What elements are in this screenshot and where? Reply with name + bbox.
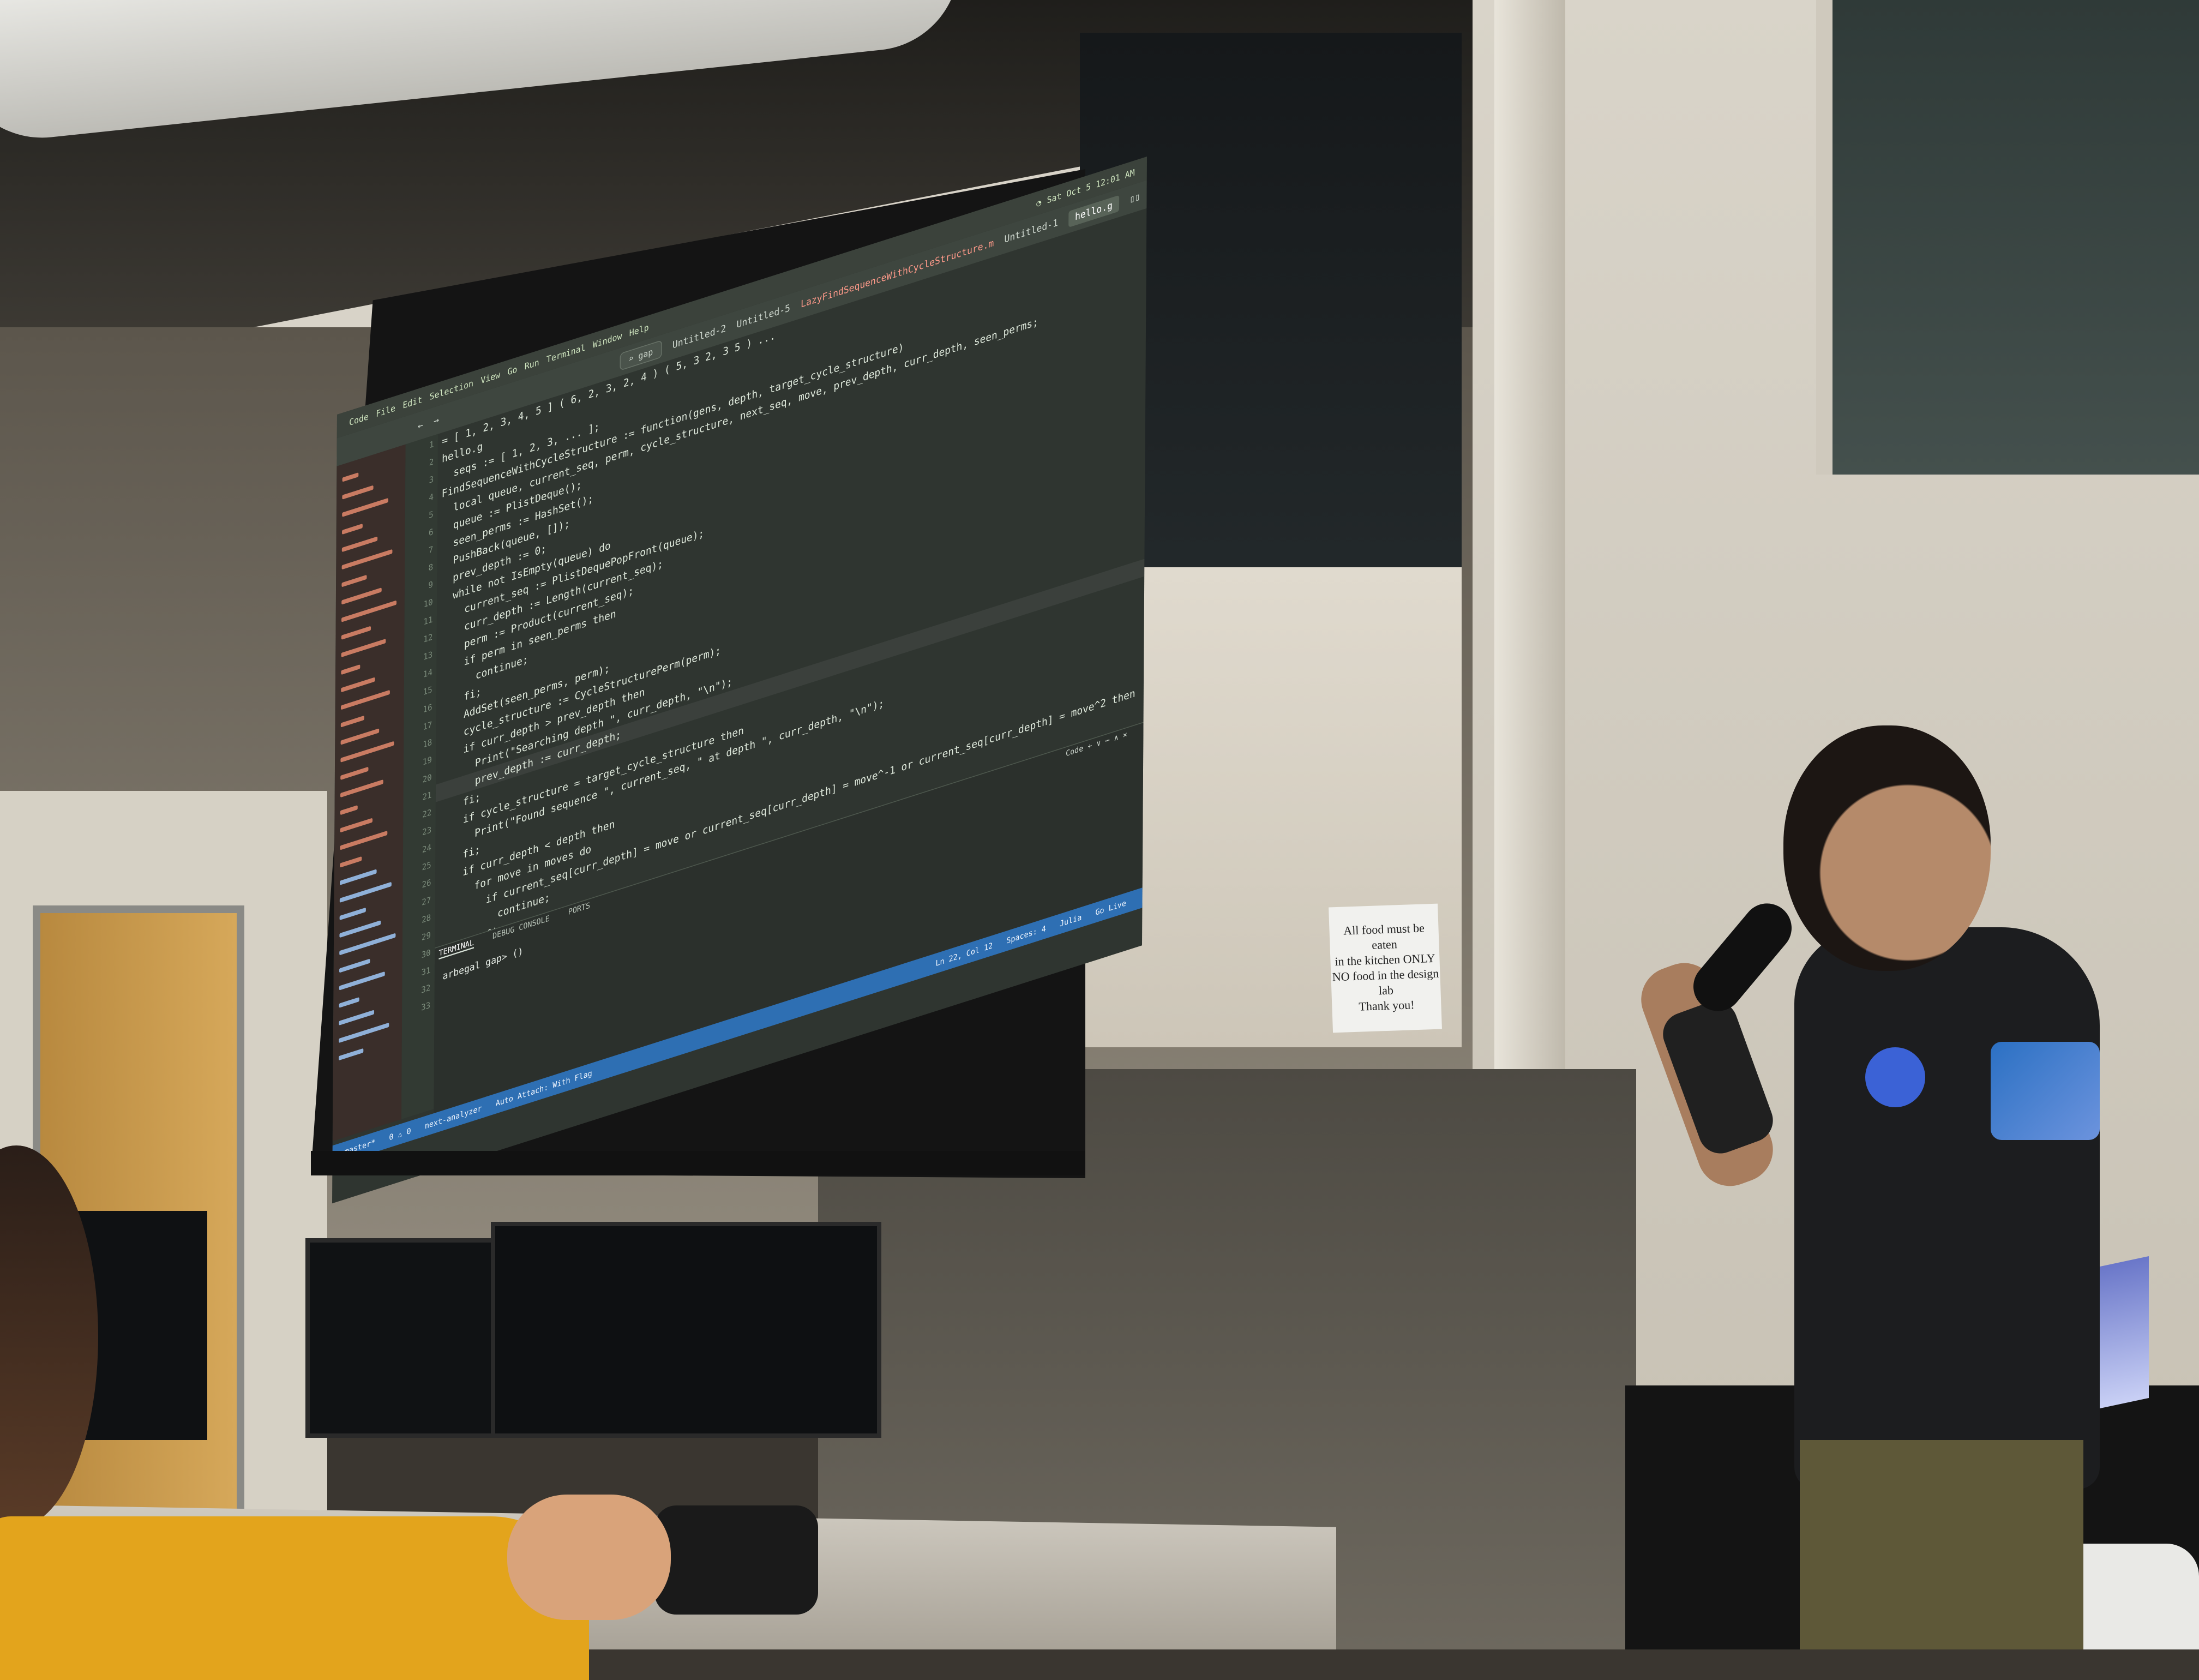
- monitor-center: [491, 1222, 881, 1438]
- sidebar-text-line: [340, 766, 369, 781]
- problems-status[interactable]: 0 ⚠ 0: [389, 1126, 411, 1142]
- sidebar-text-line: [342, 523, 363, 535]
- back-arrow-icon[interactable]: ←: [418, 419, 423, 432]
- sidebar-text-line: [339, 971, 385, 991]
- speaker-torso: [1794, 927, 2100, 1489]
- sidebar-text-line: [340, 805, 358, 815]
- sidebar-text-line: [339, 997, 359, 1008]
- sidebar-text-line: [341, 549, 393, 570]
- menu-item[interactable]: Edit: [402, 394, 422, 411]
- speaker-pants: [1800, 1440, 2083, 1649]
- menu-item[interactable]: Help: [629, 322, 649, 339]
- menu-item[interactable]: Go: [507, 364, 517, 377]
- sidebar-text-line: [339, 958, 370, 973]
- sidebar-text-line: [342, 497, 388, 517]
- language-mode[interactable]: Julia: [1060, 913, 1082, 929]
- food-notice-sign: All food must be eaten in the kitchen ON…: [1329, 903, 1442, 1033]
- sidebar-text-line: [340, 830, 388, 850]
- go-live-button[interactable]: Go Live: [1095, 898, 1126, 917]
- photo-scene: Code File Edit Selection View Go Run Ter…: [0, 0, 2199, 1680]
- notice-line: Thank you!: [1358, 998, 1415, 1013]
- sidebar-text-line: [341, 677, 375, 693]
- menu-item[interactable]: Window: [593, 331, 622, 350]
- sidebar-text-line: [340, 856, 362, 868]
- sidebar-text-line: [340, 715, 364, 728]
- sidebar-text-line: [341, 664, 361, 675]
- sidebar-text-line: [340, 728, 380, 745]
- sidebar-text-line: [342, 485, 374, 500]
- sidebar-text-line: [339, 1022, 389, 1043]
- projector-screen-bottom-bar: [311, 1151, 1085, 1175]
- menu-item[interactable]: View: [480, 369, 500, 386]
- line-number-gutter: 1 2 3 4 5 6 7 8 9 10 11 12 13 14 15 16 17 18 19 20 21 22 23 24 2…: [401, 434, 438, 1119]
- shirt-print: [1991, 1042, 2100, 1140]
- shirt-logo: [1865, 1047, 1925, 1107]
- sidebar-text-line: [341, 574, 367, 587]
- sidebar-text-line: [340, 741, 394, 763]
- sidebar-text-line: [339, 881, 392, 903]
- notice-line: All food must be eaten: [1343, 921, 1425, 952]
- sidebar-text-line: [341, 536, 378, 553]
- sidebar-text-line: [339, 907, 366, 921]
- search-icon: ⌕: [628, 351, 639, 365]
- speaker-head: [1783, 725, 1991, 971]
- dark-window-right: [1816, 0, 2199, 475]
- audience-arm: [507, 1495, 671, 1620]
- sidebar-text-line: [341, 626, 371, 640]
- sidebar-text-line: [341, 638, 386, 658]
- menu-item[interactable]: File: [376, 403, 395, 419]
- bag-on-desk: [654, 1505, 818, 1615]
- menu-item[interactable]: Run: [525, 357, 539, 372]
- sidebar-text-line: [341, 689, 390, 710]
- sidebar-text-line: [339, 1010, 375, 1025]
- sidebar-text-line: [339, 933, 396, 956]
- sidebar-text-line: [340, 779, 383, 798]
- audience-shirt: [0, 1516, 589, 1680]
- sidebar-text-line: [340, 869, 377, 885]
- sidebar-text-line: [341, 587, 382, 605]
- sidebar-explorer: [332, 444, 406, 1142]
- menu-item[interactable]: Code: [349, 411, 369, 428]
- sidebar-text-line: [342, 472, 359, 482]
- sidebar-text-line: [339, 920, 381, 938]
- forward-arrow-icon[interactable]: →: [434, 414, 439, 427]
- sidebar-text-line: [341, 600, 397, 622]
- sidebar-text-line: [340, 818, 373, 833]
- split-editor-icon[interactable]: ▯▯: [1129, 191, 1140, 205]
- wifi-icon[interactable]: ◔: [1036, 197, 1041, 209]
- sidebar-text-line: [339, 1048, 364, 1061]
